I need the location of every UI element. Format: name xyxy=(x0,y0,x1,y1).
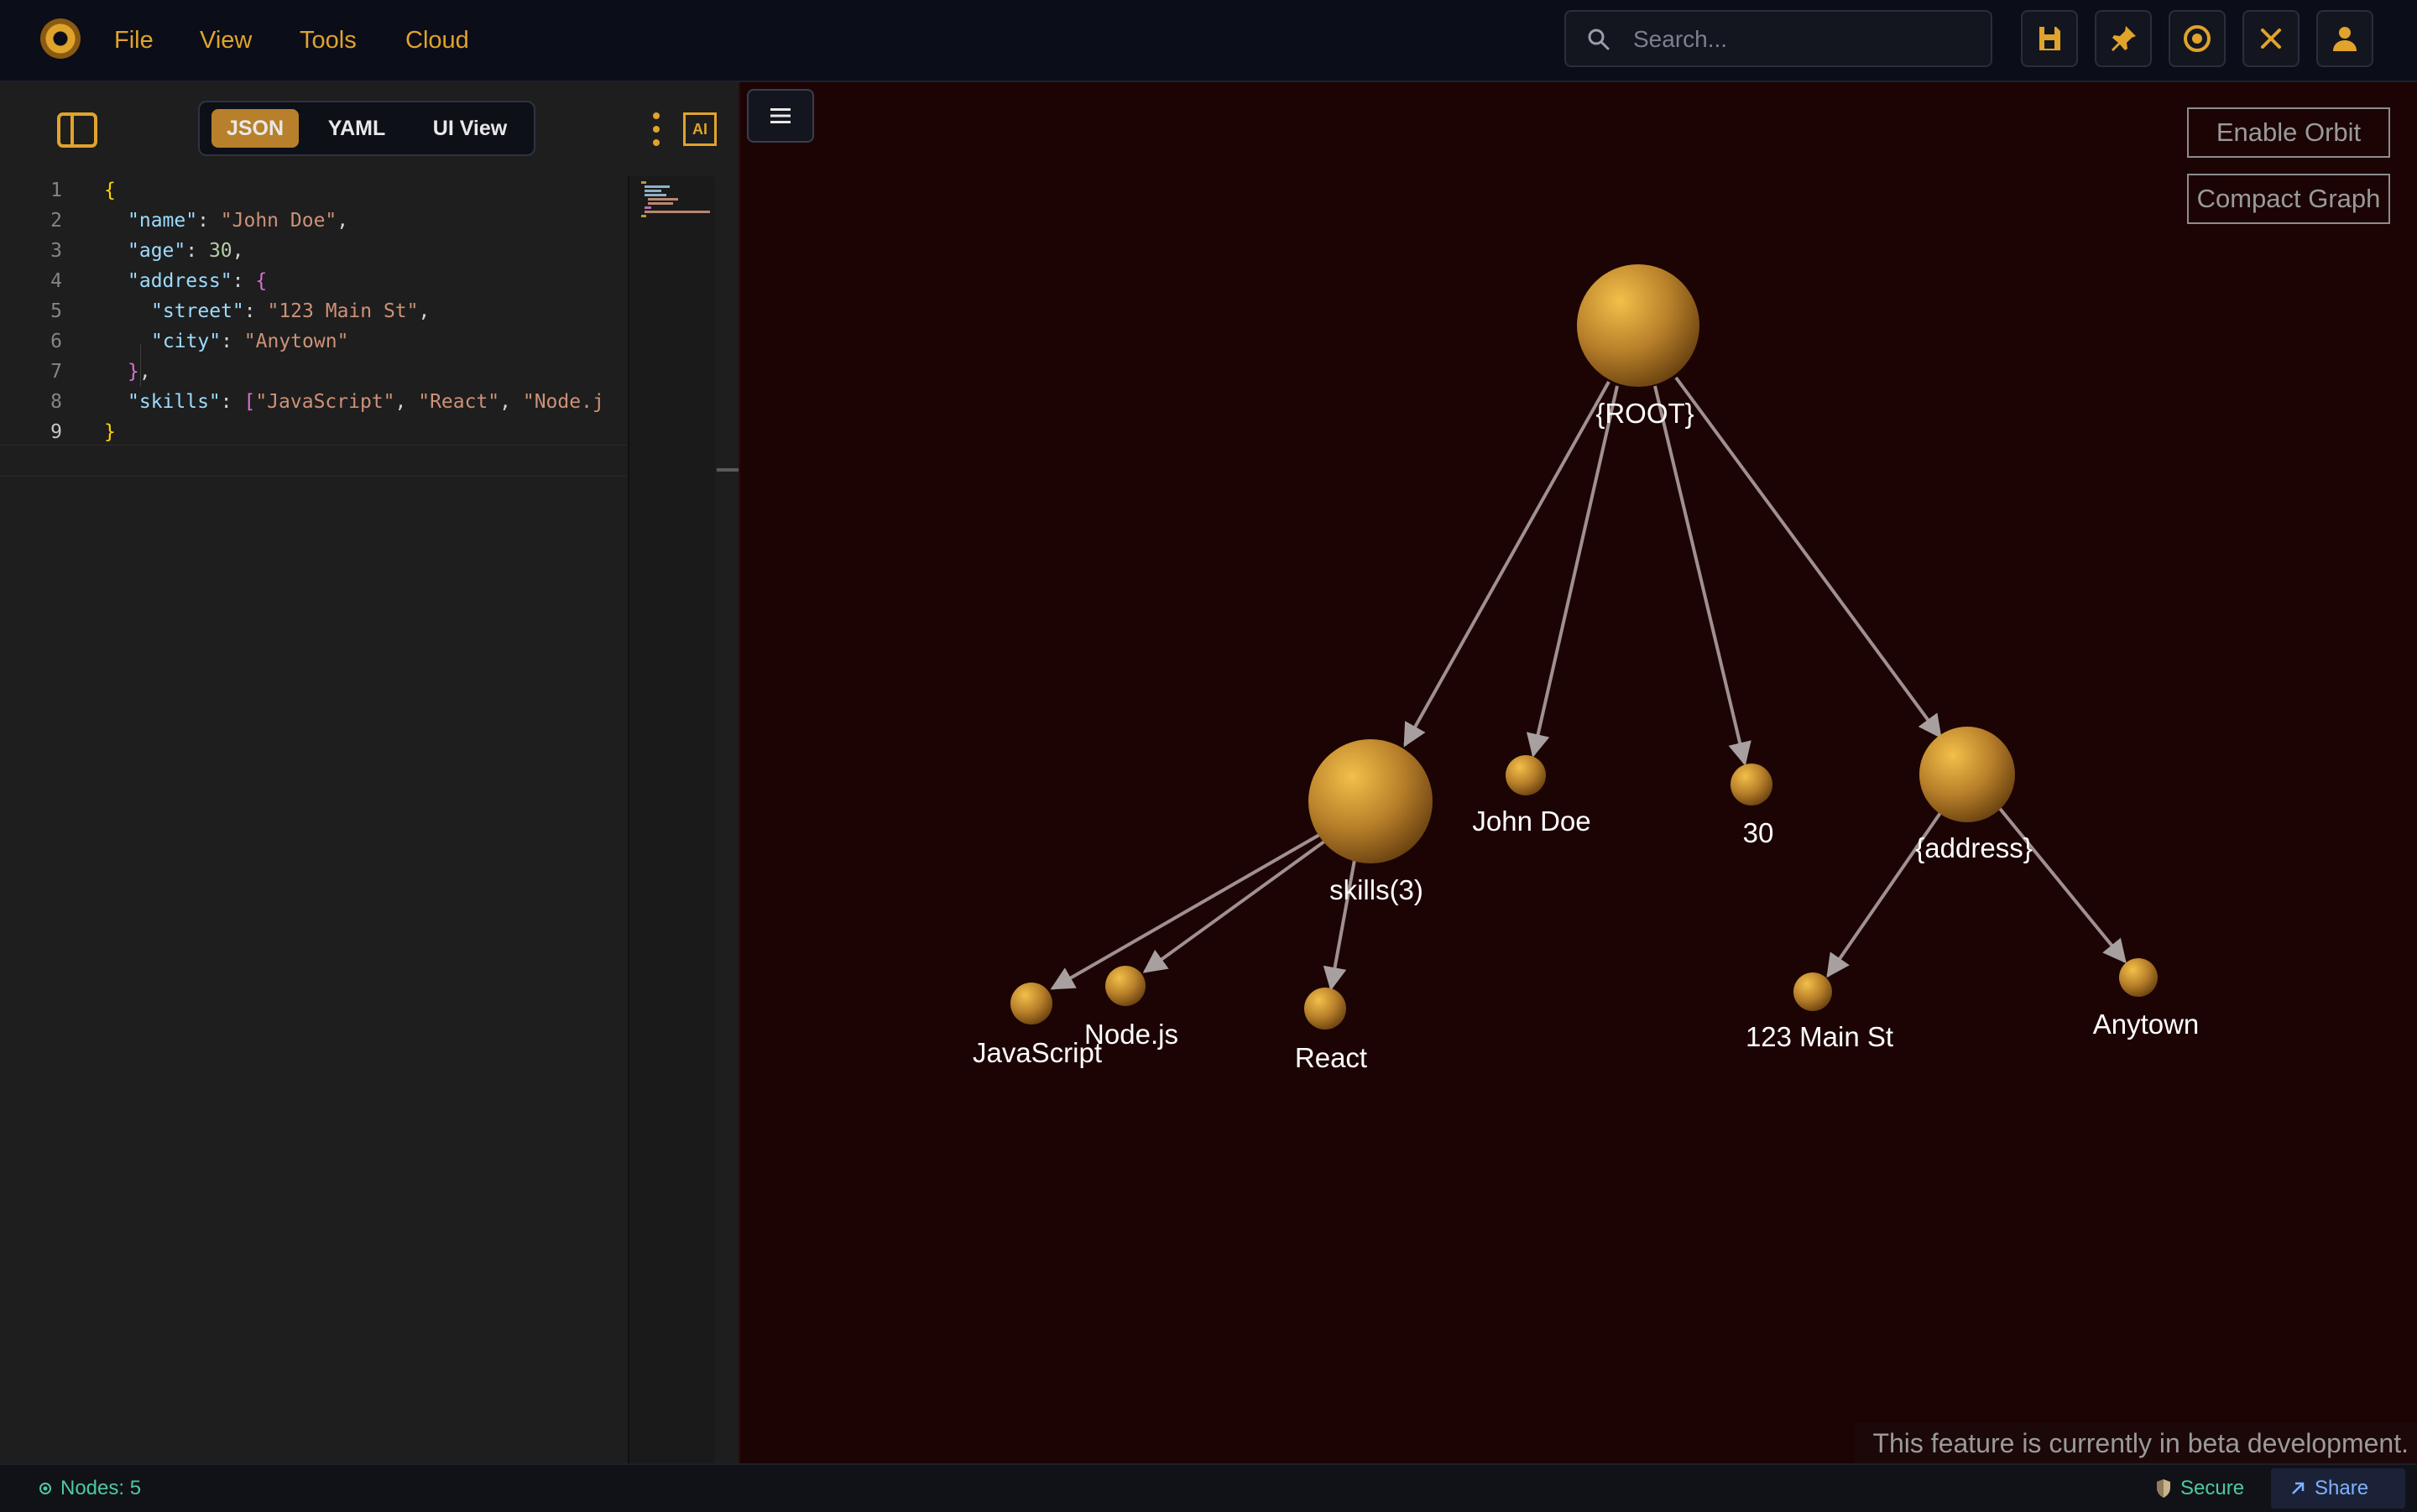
ai-badge[interactable]: AI xyxy=(683,112,717,146)
format-switcher: JSON YAML UI View xyxy=(198,101,535,156)
node-label: {ROOT} xyxy=(1595,398,1694,429)
node-skills[interactable] xyxy=(1308,739,1433,863)
node-node[interactable] xyxy=(1105,966,1146,1006)
node-label: JavaScript xyxy=(973,1037,1102,1068)
tab-yaml[interactable]: YAML xyxy=(312,109,401,148)
graph-menu-button[interactable] xyxy=(747,89,814,143)
edge-root-address xyxy=(1674,376,1942,739)
user-button[interactable] xyxy=(2316,10,2373,67)
compact-graph-button[interactable]: Compact Graph xyxy=(2187,174,2390,224)
share-button[interactable]: Share xyxy=(2271,1468,2405,1509)
hamburger-icon xyxy=(770,108,791,123)
beta-notice: This feature is currently in beta develo… xyxy=(1855,1423,2417,1463)
node-react[interactable] xyxy=(1304,988,1346,1030)
code-line: "city": "Anytown" xyxy=(151,331,349,352)
node-root[interactable] xyxy=(1577,264,1699,387)
share-label: Share xyxy=(2315,1477,2369,1499)
nodes-status-icon xyxy=(39,1483,51,1494)
edge-skills-js xyxy=(1050,833,1320,990)
editor-scrollbar[interactable] xyxy=(715,176,739,1463)
line-number: 1 xyxy=(50,180,62,201)
node-street[interactable] xyxy=(1793,972,1832,1011)
nodes-count: Nodes: 5 xyxy=(60,1477,142,1499)
line-number: 5 xyxy=(50,300,62,322)
menu-tools[interactable]: Tools xyxy=(300,0,357,81)
code-minimap[interactable] xyxy=(628,176,717,1463)
graph-canvas[interactable]: {ROOT} skills(3) John Doe 30 {address} J… xyxy=(739,82,2417,1463)
edge-skills-node xyxy=(1142,837,1329,973)
code-line: "name": "John Doe", xyxy=(128,210,349,232)
line-number: 2 xyxy=(50,210,62,232)
line-number: 3 xyxy=(50,240,62,262)
editor-header: JSON YAML UI View AI xyxy=(0,82,739,176)
pin-button[interactable] xyxy=(2095,10,2152,67)
node-name[interactable] xyxy=(1506,755,1546,795)
close-button[interactable] xyxy=(2242,10,2300,67)
node-city[interactable] xyxy=(2119,958,2158,997)
node-address[interactable] xyxy=(1919,727,2015,822)
search-box xyxy=(1564,10,1992,67)
graph-svg: {ROOT} skills(3) John Doe 30 {address} J… xyxy=(973,264,2200,1073)
menu-cloud[interactable]: Cloud xyxy=(405,0,469,81)
node-label: skills(3) xyxy=(1329,874,1423,905)
code-line: "address": { xyxy=(128,270,268,292)
user-icon xyxy=(2333,27,2357,51)
node-label: 30 xyxy=(1743,817,1774,848)
status-bar: Nodes: 5 Secure Share xyxy=(0,1463,2417,1512)
search-icon xyxy=(1588,29,1610,50)
pin-icon xyxy=(2112,26,2136,51)
line-number: 4 xyxy=(50,270,62,292)
target-icon xyxy=(2184,25,2211,52)
close-icon xyxy=(2261,29,2281,49)
editor-panel: JSON YAML UI View AI 1 2 3 4 5 6 7 8 9 {… xyxy=(0,82,739,1463)
save-button[interactable] xyxy=(2021,10,2078,67)
code-line: }, xyxy=(128,361,151,383)
code-editor[interactable]: 1 2 3 4 5 6 7 8 9 { "name": "John Doe", … xyxy=(0,176,626,1463)
edge-address-city xyxy=(1996,804,2127,964)
line-number: 8 xyxy=(50,391,62,413)
line-number: 7 xyxy=(50,361,62,383)
tab-ui-view[interactable]: UI View xyxy=(416,109,524,148)
save-icon xyxy=(2039,27,2060,50)
secure-status: Secure xyxy=(2180,1477,2245,1499)
menu-view[interactable]: View xyxy=(200,0,252,81)
target-button[interactable] xyxy=(2169,10,2226,67)
menu-file[interactable]: File xyxy=(114,0,154,81)
line-number: 9 xyxy=(50,421,62,443)
app-logo-icon[interactable] xyxy=(40,18,81,59)
top-bar: File View Tools Cloud xyxy=(0,0,2417,82)
node-js[interactable] xyxy=(1010,983,1052,1025)
code-line: "age": 30, xyxy=(128,240,244,262)
node-label: React xyxy=(1295,1042,1367,1073)
code-line: { xyxy=(104,180,116,201)
tab-json[interactable]: JSON xyxy=(211,109,299,148)
code-line: } xyxy=(104,421,116,443)
sidebar-toggle-icon[interactable] xyxy=(57,112,97,148)
node-label: John Doe xyxy=(1472,806,1590,837)
node-label: 123 Main St xyxy=(1746,1021,1893,1052)
shield-icon xyxy=(2157,1479,2170,1498)
code-line: "skills": ["JavaScript", "React", "Node.… xyxy=(128,391,604,413)
search-input[interactable] xyxy=(1631,12,1971,67)
enable-orbit-button[interactable]: Enable Orbit xyxy=(2187,107,2390,158)
line-number: 6 xyxy=(50,331,62,352)
node-label: Node.js xyxy=(1084,1019,1178,1050)
node-age[interactable] xyxy=(1731,764,1772,806)
share-arrow-icon xyxy=(2292,1482,2305,1494)
node-label: {address} xyxy=(1915,832,2032,863)
code-line: "street": "123 Main St", xyxy=(151,300,431,322)
more-options-icon[interactable] xyxy=(650,111,663,148)
node-label: Anytown xyxy=(2093,1009,2200,1040)
edge-root-age xyxy=(1653,385,1751,766)
